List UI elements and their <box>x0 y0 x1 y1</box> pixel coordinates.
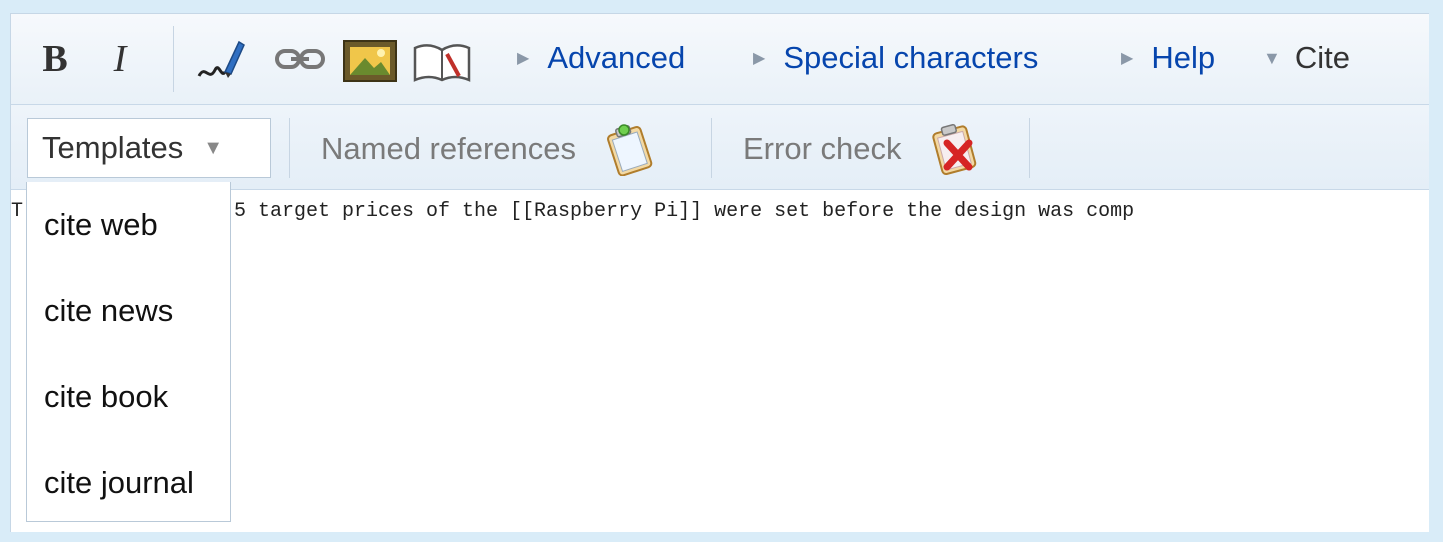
wiki-editor: B I ▶ Advanced ▶ Special characters ▶ He… <box>10 13 1429 532</box>
textarea-content: 5 target prices of the [[Raspberry Pi]] … <box>234 200 1135 223</box>
template-item-cite-web[interactable]: cite web <box>27 182 230 268</box>
chevron-down-icon: ▼ <box>203 136 224 159</box>
italic-button[interactable]: I <box>105 36 135 82</box>
bold-button[interactable]: B <box>35 36 75 82</box>
error-check-button[interactable]: Error check <box>743 123 985 176</box>
templates-dropdown-menu: cite web cite news cite book cite journa… <box>26 182 231 522</box>
main-toolbar: B I ▶ Advanced ▶ Special characters ▶ He… <box>11 14 1429 105</box>
expand-arrow-icon: ▶ <box>1121 50 1134 67</box>
menu-advanced-label: Advanced <box>547 40 686 75</box>
menu-cite[interactable]: ▼ Cite <box>1263 38 1350 78</box>
toolbar-divider <box>711 118 712 178</box>
error-check-label: Error check <box>743 131 902 166</box>
template-item-cite-journal[interactable]: cite journal <box>27 440 230 526</box>
reference-icon[interactable] <box>411 38 473 84</box>
signature-icon[interactable] <box>195 34 247 86</box>
named-references-button[interactable]: Named references <box>321 124 660 176</box>
template-item-cite-news[interactable]: cite news <box>27 268 230 354</box>
templates-label: Templates <box>42 130 184 165</box>
named-references-label: Named references <box>321 131 577 166</box>
image-icon[interactable] <box>341 38 399 84</box>
toolbar-divider <box>1029 118 1030 178</box>
menu-special-characters[interactable]: ▶ Special characters <box>753 38 1038 78</box>
toolbar-divider <box>289 118 290 178</box>
toolbar-divider <box>173 26 174 92</box>
textarea-prefix: T <box>11 200 24 223</box>
menu-help-label: Help <box>1151 40 1216 75</box>
collapse-arrow-icon: ▼ <box>1263 47 1281 68</box>
menu-help[interactable]: ▶ Help <box>1121 38 1215 78</box>
menu-advanced[interactable]: ▶ Advanced <box>517 38 685 78</box>
expand-arrow-icon: ▶ <box>517 50 530 67</box>
clipboard-icon <box>607 124 653 176</box>
menu-special-characters-label: Special characters <box>783 40 1039 75</box>
error-clipboard-icon <box>932 123 977 176</box>
menu-cite-label: Cite <box>1294 40 1350 75</box>
templates-dropdown-button[interactable]: Templates ▼ <box>27 118 271 178</box>
template-item-cite-book[interactable]: cite book <box>27 354 230 440</box>
link-icon[interactable] <box>275 47 325 71</box>
expand-arrow-icon: ▶ <box>753 50 766 67</box>
